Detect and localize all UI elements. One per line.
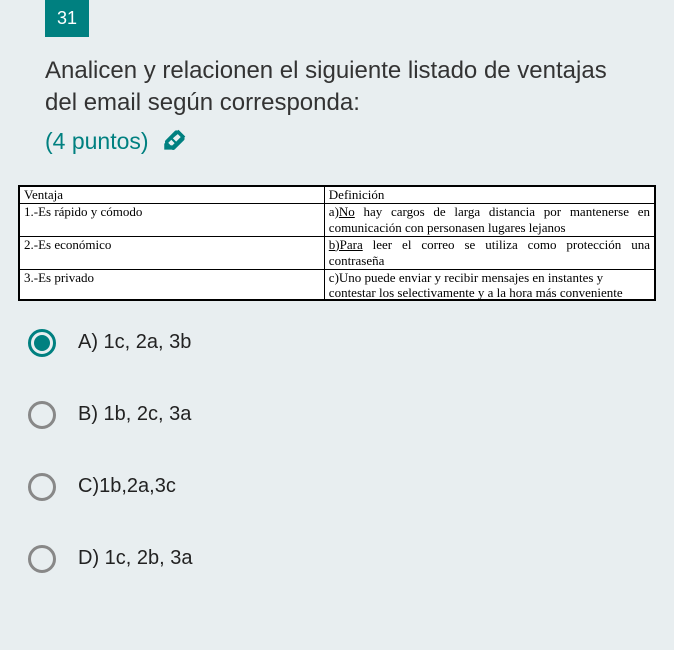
- radio-icon[interactable]: [28, 545, 56, 573]
- table-row: 3.-Es privado c)Uno puede enviar y recib…: [20, 269, 655, 299]
- question-text: Analicen y relacionen el siguiente lista…: [45, 55, 629, 120]
- table-cell-right: c)Uno puede enviar y recibir mensajes en…: [324, 269, 654, 299]
- option-label: A) 1c, 2a, 3b: [78, 331, 191, 354]
- question-number-badge: 31: [45, 0, 89, 37]
- option-label: B) 1b, 2c, 3a: [78, 403, 191, 426]
- radio-icon[interactable]: [28, 473, 56, 501]
- options-group: A) 1c, 2a, 3b B) 1b, 2c, 3a C)1b,2a,3c D…: [28, 329, 674, 573]
- option-b[interactable]: B) 1b, 2c, 3a: [28, 401, 674, 429]
- option-a[interactable]: A) 1c, 2a, 3b: [28, 329, 674, 357]
- option-c[interactable]: C)1b,2a,3c: [28, 473, 674, 501]
- table-cell-left: 2.-Es económico: [20, 236, 325, 269]
- points-label: (4 puntos): [45, 128, 149, 155]
- table-row: 1.-Es rápido y cómodo a)No hay cargos de…: [20, 203, 655, 236]
- table-cell-left: 3.-Es privado: [20, 269, 325, 299]
- radio-selected-icon[interactable]: [28, 329, 56, 357]
- option-label: D) 1c, 2b, 3a: [78, 547, 193, 570]
- matching-table: Ventaja Definición 1.-Es rápido y cómodo…: [18, 185, 656, 301]
- eraser-icon[interactable]: [161, 128, 187, 154]
- table-header-left: Ventaja: [20, 186, 325, 203]
- table-cell-left: 1.-Es rápido y cómodo: [20, 203, 325, 236]
- table-cell-right: b)Para leer el correo se utiliza como pr…: [324, 236, 654, 269]
- option-d[interactable]: D) 1c, 2b, 3a: [28, 545, 674, 573]
- radio-icon[interactable]: [28, 401, 56, 429]
- table-cell-right: a)No hay cargos de larga distancia por m…: [324, 203, 654, 236]
- table-row: 2.-Es económico b)Para leer el correo se…: [20, 236, 655, 269]
- table-header-right: Definición: [324, 186, 654, 203]
- option-label: C)1b,2a,3c: [78, 475, 176, 498]
- points-row: (4 puntos): [45, 128, 629, 155]
